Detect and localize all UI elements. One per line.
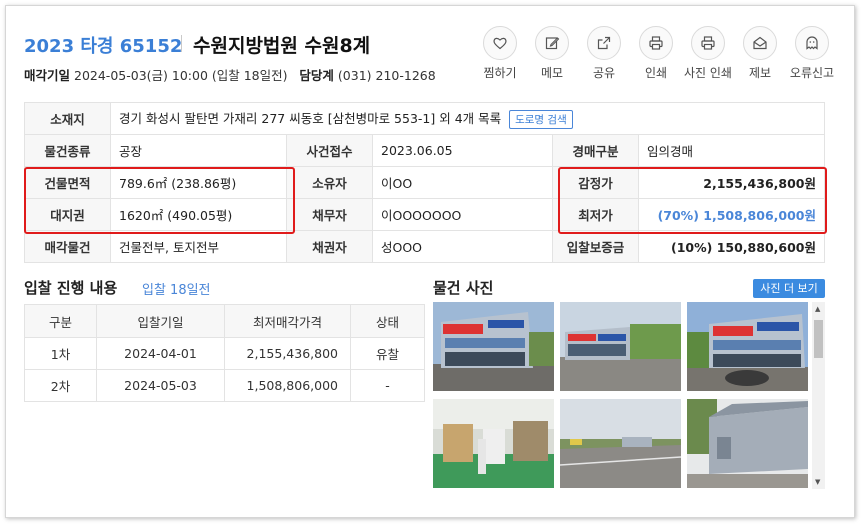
column-header: 상태	[350, 304, 425, 338]
type-value: 공장	[110, 134, 287, 167]
location-cell: 경기 화성시 팔탄면 가재리 277 씨동호 [삼천병마로 553-1] 외 4…	[110, 102, 825, 135]
type-label: 물건종류	[24, 134, 111, 167]
table-row: 2차 2024-05-03 1,508,806,000 -	[24, 369, 425, 402]
min-price-value: (70%) 1,508,806,000원	[638, 198, 825, 231]
auction-type-value: 임의경매	[638, 134, 825, 167]
location-label: 소재지	[24, 102, 111, 135]
sale-date-value: 2024-05-03(금) 10:00 (입찰 18일전)	[74, 68, 288, 83]
share-icon	[587, 26, 621, 60]
scroll-up-icon[interactable]: ▲	[815, 305, 820, 313]
bid-section-title: 입찰 진행 내용	[24, 279, 118, 297]
auction-type-label: 경매구분	[552, 134, 639, 167]
scroll-down-icon[interactable]: ▼	[815, 478, 820, 486]
table-header-row: 구분 입찰기일 최저매각가격 상태	[24, 304, 425, 338]
bid-history-table: 구분 입찰기일 최저매각가격 상태 1차 2024-04-01 2,155,43…	[24, 304, 425, 402]
report-button[interactable]: 제보	[734, 26, 786, 81]
info-row: 매각물건 건물전부, 토지전부 채권자 성OOO 입찰보증금 (10%) 150…	[24, 230, 825, 263]
round-cell: 1차	[24, 337, 97, 370]
court-name: 수원지방법원 수원8계	[193, 35, 371, 57]
photo-section-title: 물건 사진	[433, 279, 494, 297]
creditor-label: 채권자	[286, 230, 373, 263]
print-button[interactable]: 인쇄	[630, 26, 682, 81]
price-cell: 1,508,806,000	[224, 369, 351, 402]
manager-phone: (031) 210-1268	[337, 68, 436, 83]
building-area-value: 789.6㎡ (238.86평)	[110, 166, 287, 199]
round-cell: 2차	[24, 369, 97, 402]
land-value: 1620㎡ (490.05평)	[110, 198, 287, 231]
error-report-button[interactable]: 오류신고	[786, 26, 838, 81]
sale-item-value: 건물전부, 토지전부	[110, 230, 287, 263]
memo-button[interactable]: 메모	[526, 26, 578, 81]
deposit-label: 입찰보증금	[552, 230, 639, 263]
table-row: 1차 2024-04-01 2,155,436,800 유찰	[24, 337, 425, 370]
owner-value: 이OO	[372, 166, 553, 199]
appraisal-label: 감정가	[552, 166, 639, 199]
photo-gallery	[433, 302, 825, 489]
road-name-search-button[interactable]: 도로명 검색	[509, 110, 573, 129]
info-row: 대지권 1620㎡ (490.05평) 채무자 이OOOOOOO 최저가 (70…	[24, 198, 825, 231]
bid-section-subtitle: 입찰 18일전	[142, 283, 211, 298]
manager-label: 담당계	[299, 68, 334, 83]
info-row: 물건종류 공장 사건접수 2023.06.05 경매구분 임의경매	[24, 134, 825, 167]
building-area-label: 건물면적	[24, 166, 111, 199]
property-photo[interactable]	[560, 302, 681, 391]
debtor-label: 채무자	[286, 198, 373, 231]
status-cell: -	[350, 369, 425, 402]
price-cell: 2,155,436,800	[224, 337, 351, 370]
title-divider	[181, 35, 182, 52]
print-label: 인쇄	[644, 66, 668, 80]
info-row: 소재지 경기 화성시 팔탄면 가재리 277 씨동호 [삼천병마로 553-1]…	[24, 102, 825, 135]
memo-icon	[535, 26, 569, 60]
gallery-scrollbar[interactable]: ▲ ▼	[812, 302, 825, 489]
status-cell: 유찰	[350, 337, 425, 370]
sale-item-label: 매각물건	[24, 230, 111, 263]
memo-label: 메모	[540, 66, 564, 80]
report-label: 제보	[748, 66, 772, 80]
property-photo[interactable]	[433, 302, 554, 391]
property-photo[interactable]	[687, 302, 808, 391]
property-photo[interactable]	[560, 399, 681, 488]
share-button[interactable]: 공유	[578, 26, 630, 81]
property-photo[interactable]	[687, 399, 808, 488]
report-icon	[743, 26, 777, 60]
sale-info-line: 매각기일 2024-05-03(금) 10:00 (입찰 18일전) 담당계 (…	[24, 65, 436, 84]
sale-date-label: 매각기일	[24, 68, 71, 83]
date-cell: 2024-05-03	[96, 369, 225, 402]
photo-print-icon	[691, 26, 725, 60]
favorite-label: 찜하기	[483, 66, 517, 80]
action-toolbar: 찜하기 메모 공유 인쇄 사진 인쇄 제보 오류신고	[474, 26, 838, 81]
case-number: 2023 타경 65152	[24, 36, 183, 57]
date-cell: 2024-04-01	[96, 337, 225, 370]
case-receipt-value: 2023.06.05	[372, 134, 553, 167]
heart-icon	[483, 26, 517, 60]
print-icon	[639, 26, 673, 60]
deposit-value: (10%) 150,880,600원	[638, 230, 825, 263]
case-receipt-label: 사건접수	[286, 134, 373, 167]
info-row: 건물면적 789.6㎡ (238.86평) 소유자 이OO 감정가 2,155,…	[24, 166, 825, 199]
photo-print-button[interactable]: 사진 인쇄	[682, 26, 734, 81]
share-label: 공유	[592, 66, 616, 80]
land-label: 대지권	[24, 198, 111, 231]
column-header: 최저매각가격	[224, 304, 351, 338]
more-photos-button[interactable]: 사진 더 보기	[753, 279, 825, 298]
photo-print-label: 사진 인쇄	[684, 66, 732, 80]
creditor-value: 성OOO	[372, 230, 553, 263]
column-header: 구분	[24, 304, 97, 338]
error-report-icon	[795, 26, 829, 60]
favorite-button[interactable]: 찜하기	[474, 26, 526, 81]
error-report-label: 오류신고	[789, 66, 835, 80]
debtor-value: 이OOOOOOO	[372, 198, 553, 231]
column-header: 입찰기일	[96, 304, 225, 338]
min-price-label: 최저가	[552, 198, 639, 231]
owner-label: 소유자	[286, 166, 373, 199]
appraisal-value: 2,155,436,800원	[638, 166, 825, 199]
property-photo[interactable]	[433, 399, 554, 488]
location-value: 경기 화성시 팔탄면 가재리 277 씨동호 [삼천병마로 553-1] 외 4…	[119, 111, 502, 126]
scrollbar-thumb[interactable]	[814, 320, 823, 358]
property-info-table: 소재지 경기 화성시 팔탄면 가재리 277 씨동호 [삼천병마로 553-1]…	[24, 102, 825, 263]
